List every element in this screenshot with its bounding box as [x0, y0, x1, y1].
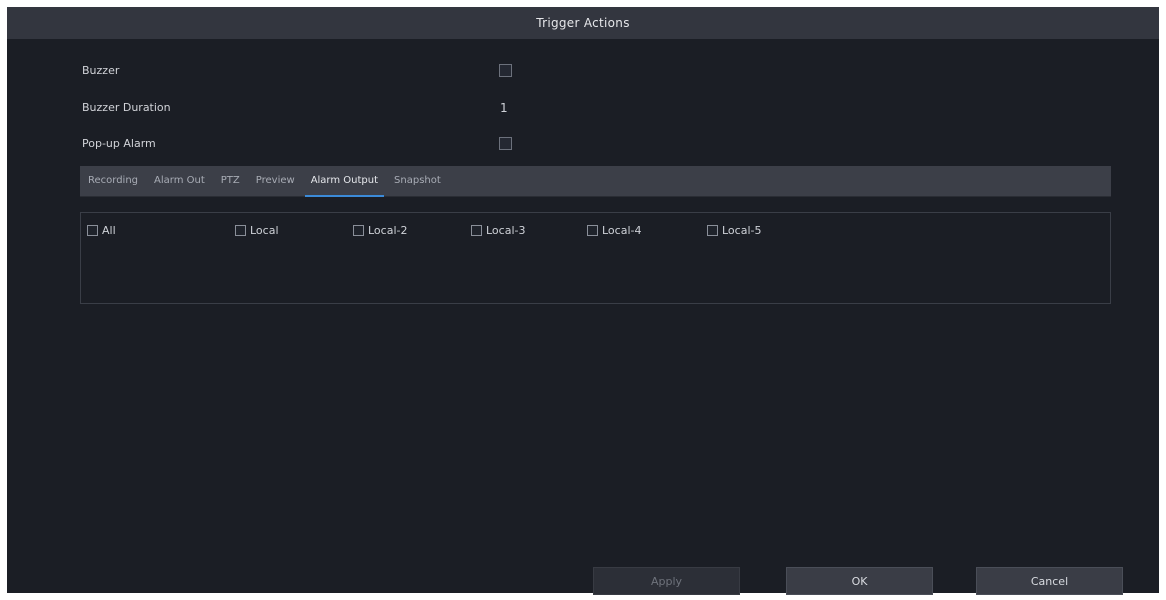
option-all-label: All — [102, 224, 116, 237]
option-local-2[interactable]: Local-2 — [353, 224, 407, 237]
buzzer-duration-label: Buzzer Duration — [82, 101, 171, 114]
option-local-label: Local — [250, 224, 279, 237]
option-local-3-checkbox[interactable] — [471, 225, 482, 236]
apply-button[interactable]: Apply — [593, 567, 740, 595]
tab-snapshot[interactable]: Snapshot — [386, 166, 449, 196]
dialog-title: Trigger Actions — [7, 7, 1159, 39]
ok-button[interactable]: OK — [786, 567, 933, 595]
option-local-3[interactable]: Local-3 — [471, 224, 525, 237]
popup-alarm-checkbox[interactable] — [499, 137, 512, 150]
tab-alarm-out[interactable]: Alarm Out — [146, 166, 213, 196]
option-local-5-label: Local-5 — [722, 224, 762, 237]
option-local-4[interactable]: Local-4 — [587, 224, 641, 237]
popup-alarm-row: Pop-up Alarm — [82, 135, 542, 155]
popup-alarm-label: Pop-up Alarm — [82, 137, 156, 150]
buzzer-row: Buzzer — [82, 62, 542, 82]
option-local-5-checkbox[interactable] — [707, 225, 718, 236]
action-tabs: Recording Alarm Out PTZ Preview Alarm Ou… — [80, 166, 1111, 197]
option-local-5[interactable]: Local-5 — [707, 224, 761, 237]
option-all-checkbox[interactable] — [87, 225, 98, 236]
cancel-button[interactable]: Cancel — [976, 567, 1123, 595]
option-local-3-label: Local-3 — [486, 224, 526, 237]
option-local[interactable]: Local — [235, 224, 279, 237]
option-local-4-label: Local-4 — [602, 224, 642, 237]
tab-ptz[interactable]: PTZ — [213, 166, 248, 196]
buzzer-checkbox[interactable] — [499, 64, 512, 77]
option-all[interactable]: All — [87, 224, 116, 237]
buzzer-duration-row: Buzzer Duration 1 — [82, 99, 542, 119]
option-local-2-label: Local-2 — [368, 224, 408, 237]
tab-recording[interactable]: Recording — [80, 166, 146, 196]
tab-alarm-output[interactable]: Alarm Output — [303, 166, 386, 197]
alarm-output-panel: All Local Local-2 Local-3 Local-4 Local-… — [80, 212, 1111, 304]
buzzer-duration-value[interactable]: 1 — [500, 101, 508, 115]
option-local-checkbox[interactable] — [235, 225, 246, 236]
buzzer-label: Buzzer — [82, 64, 120, 77]
option-local-2-checkbox[interactable] — [353, 225, 364, 236]
tab-preview[interactable]: Preview — [248, 166, 303, 196]
dialog-title-text: Trigger Actions — [536, 16, 630, 30]
trigger-actions-dialog: Trigger Actions Buzzer Buzzer Duration 1… — [7, 7, 1159, 595]
option-local-4-checkbox[interactable] — [587, 225, 598, 236]
